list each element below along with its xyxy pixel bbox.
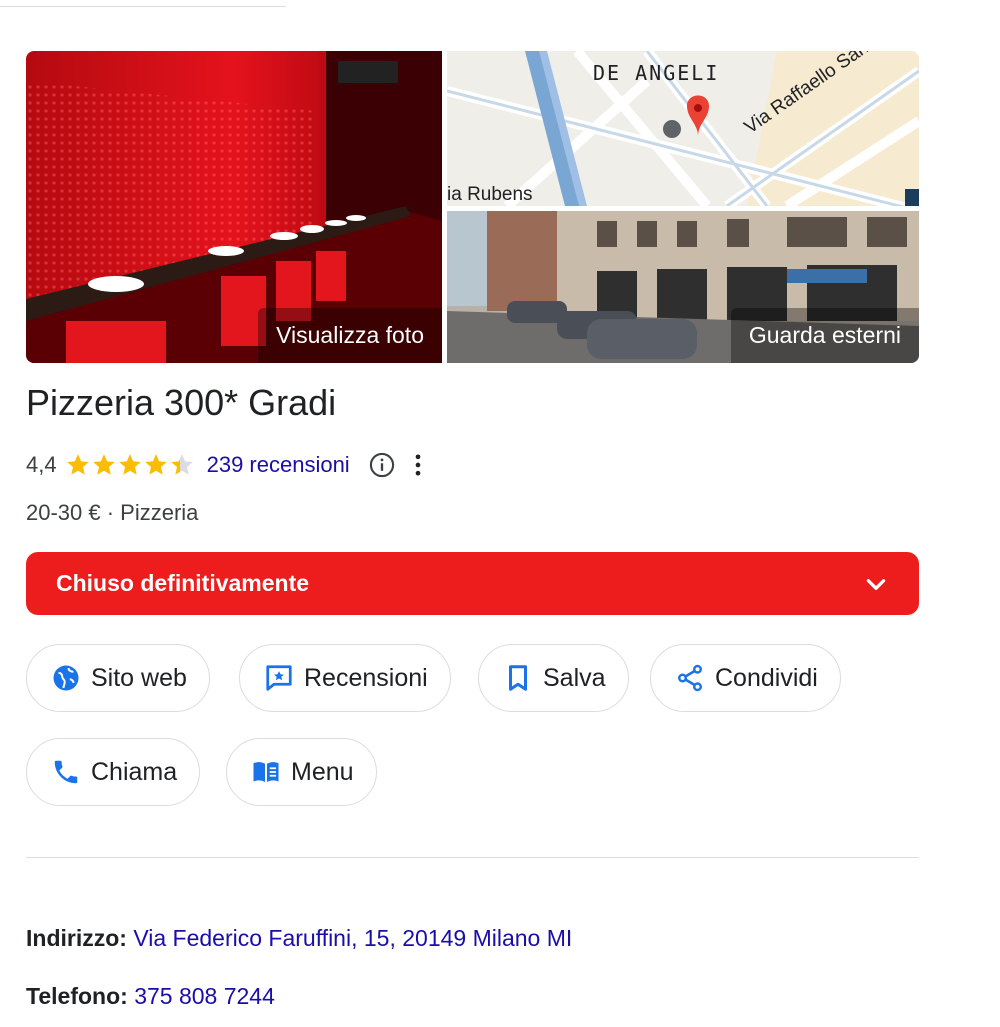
view-photos-label[interactable]: Visualizza foto xyxy=(258,308,442,363)
menu-label: Menu xyxy=(291,757,354,786)
website-button[interactable]: Sito web xyxy=(26,644,210,712)
phone-label: Telefono: xyxy=(26,983,128,1009)
photo-grid: Visualizza foto DE ANGELI ia Rubens Via … xyxy=(26,51,919,363)
reviews-button[interactable]: Recensioni xyxy=(239,644,451,712)
star-icon xyxy=(118,454,141,475)
more-options-icon[interactable] xyxy=(404,451,432,479)
website-label: Sito web xyxy=(91,663,187,692)
call-button[interactable]: Chiama xyxy=(26,738,201,806)
place-title: Pizzeria 300* Gradi xyxy=(26,382,337,423)
map-street-left-label: ia Rubens xyxy=(447,184,533,205)
top-divider xyxy=(0,6,286,7)
street-view-photo[interactable]: Guarda esterni xyxy=(447,211,919,363)
restaurant-photo[interactable]: Visualizza foto xyxy=(26,51,442,363)
price-category: 20-30 € · Pizzeria xyxy=(26,500,199,525)
status-label: Chiuso definitivamente xyxy=(56,570,310,596)
map-district-label: DE ANGELI xyxy=(593,61,720,85)
section-divider xyxy=(26,857,919,858)
reviews-link[interactable]: 239 recensioni xyxy=(207,452,350,478)
reviews-label: Recensioni xyxy=(304,663,428,692)
info-icon[interactable] xyxy=(368,451,396,479)
share-button[interactable]: Condividi xyxy=(650,644,841,712)
share-label: Condividi xyxy=(715,663,818,692)
rating-value: 4,4 xyxy=(26,452,57,477)
phone-link[interactable]: 375 808 7244 xyxy=(134,983,275,1009)
star-icon xyxy=(170,454,193,475)
star-rating xyxy=(65,452,195,478)
menu-book-icon xyxy=(253,762,279,782)
closed-status-bar[interactable]: Chiuso definitivamente xyxy=(26,552,919,615)
globe-icon xyxy=(53,665,79,691)
address-link[interactable]: Via Federico Faruffini, 15, 20149 Milano… xyxy=(133,925,572,951)
view-exteriors-label[interactable]: Guarda esterni xyxy=(730,308,919,363)
share-icon xyxy=(678,664,702,692)
rating-row: 4,4 239 recensioni xyxy=(26,450,432,480)
map-thumbnail[interactable]: DE ANGELI ia Rubens Via Raffaello Sanzio xyxy=(447,51,919,206)
phone-icon xyxy=(54,760,78,784)
star-icon xyxy=(144,454,167,475)
chevron-down-icon xyxy=(866,578,886,590)
phone-row: Telefono: 375 808 7244 xyxy=(26,983,275,1010)
bookmark-icon xyxy=(509,665,527,691)
star-icon xyxy=(92,454,115,475)
address-label: Indirizzo: xyxy=(26,925,127,951)
menu-button[interactable]: Menu xyxy=(226,738,377,806)
save-button[interactable]: Salva xyxy=(478,644,629,712)
call-label: Chiama xyxy=(91,757,178,786)
star-icon xyxy=(66,454,89,475)
review-icon xyxy=(266,665,292,691)
save-label: Salva xyxy=(543,663,606,692)
address-row: Indirizzo: Via Federico Faruffini, 15, 2… xyxy=(26,925,572,952)
